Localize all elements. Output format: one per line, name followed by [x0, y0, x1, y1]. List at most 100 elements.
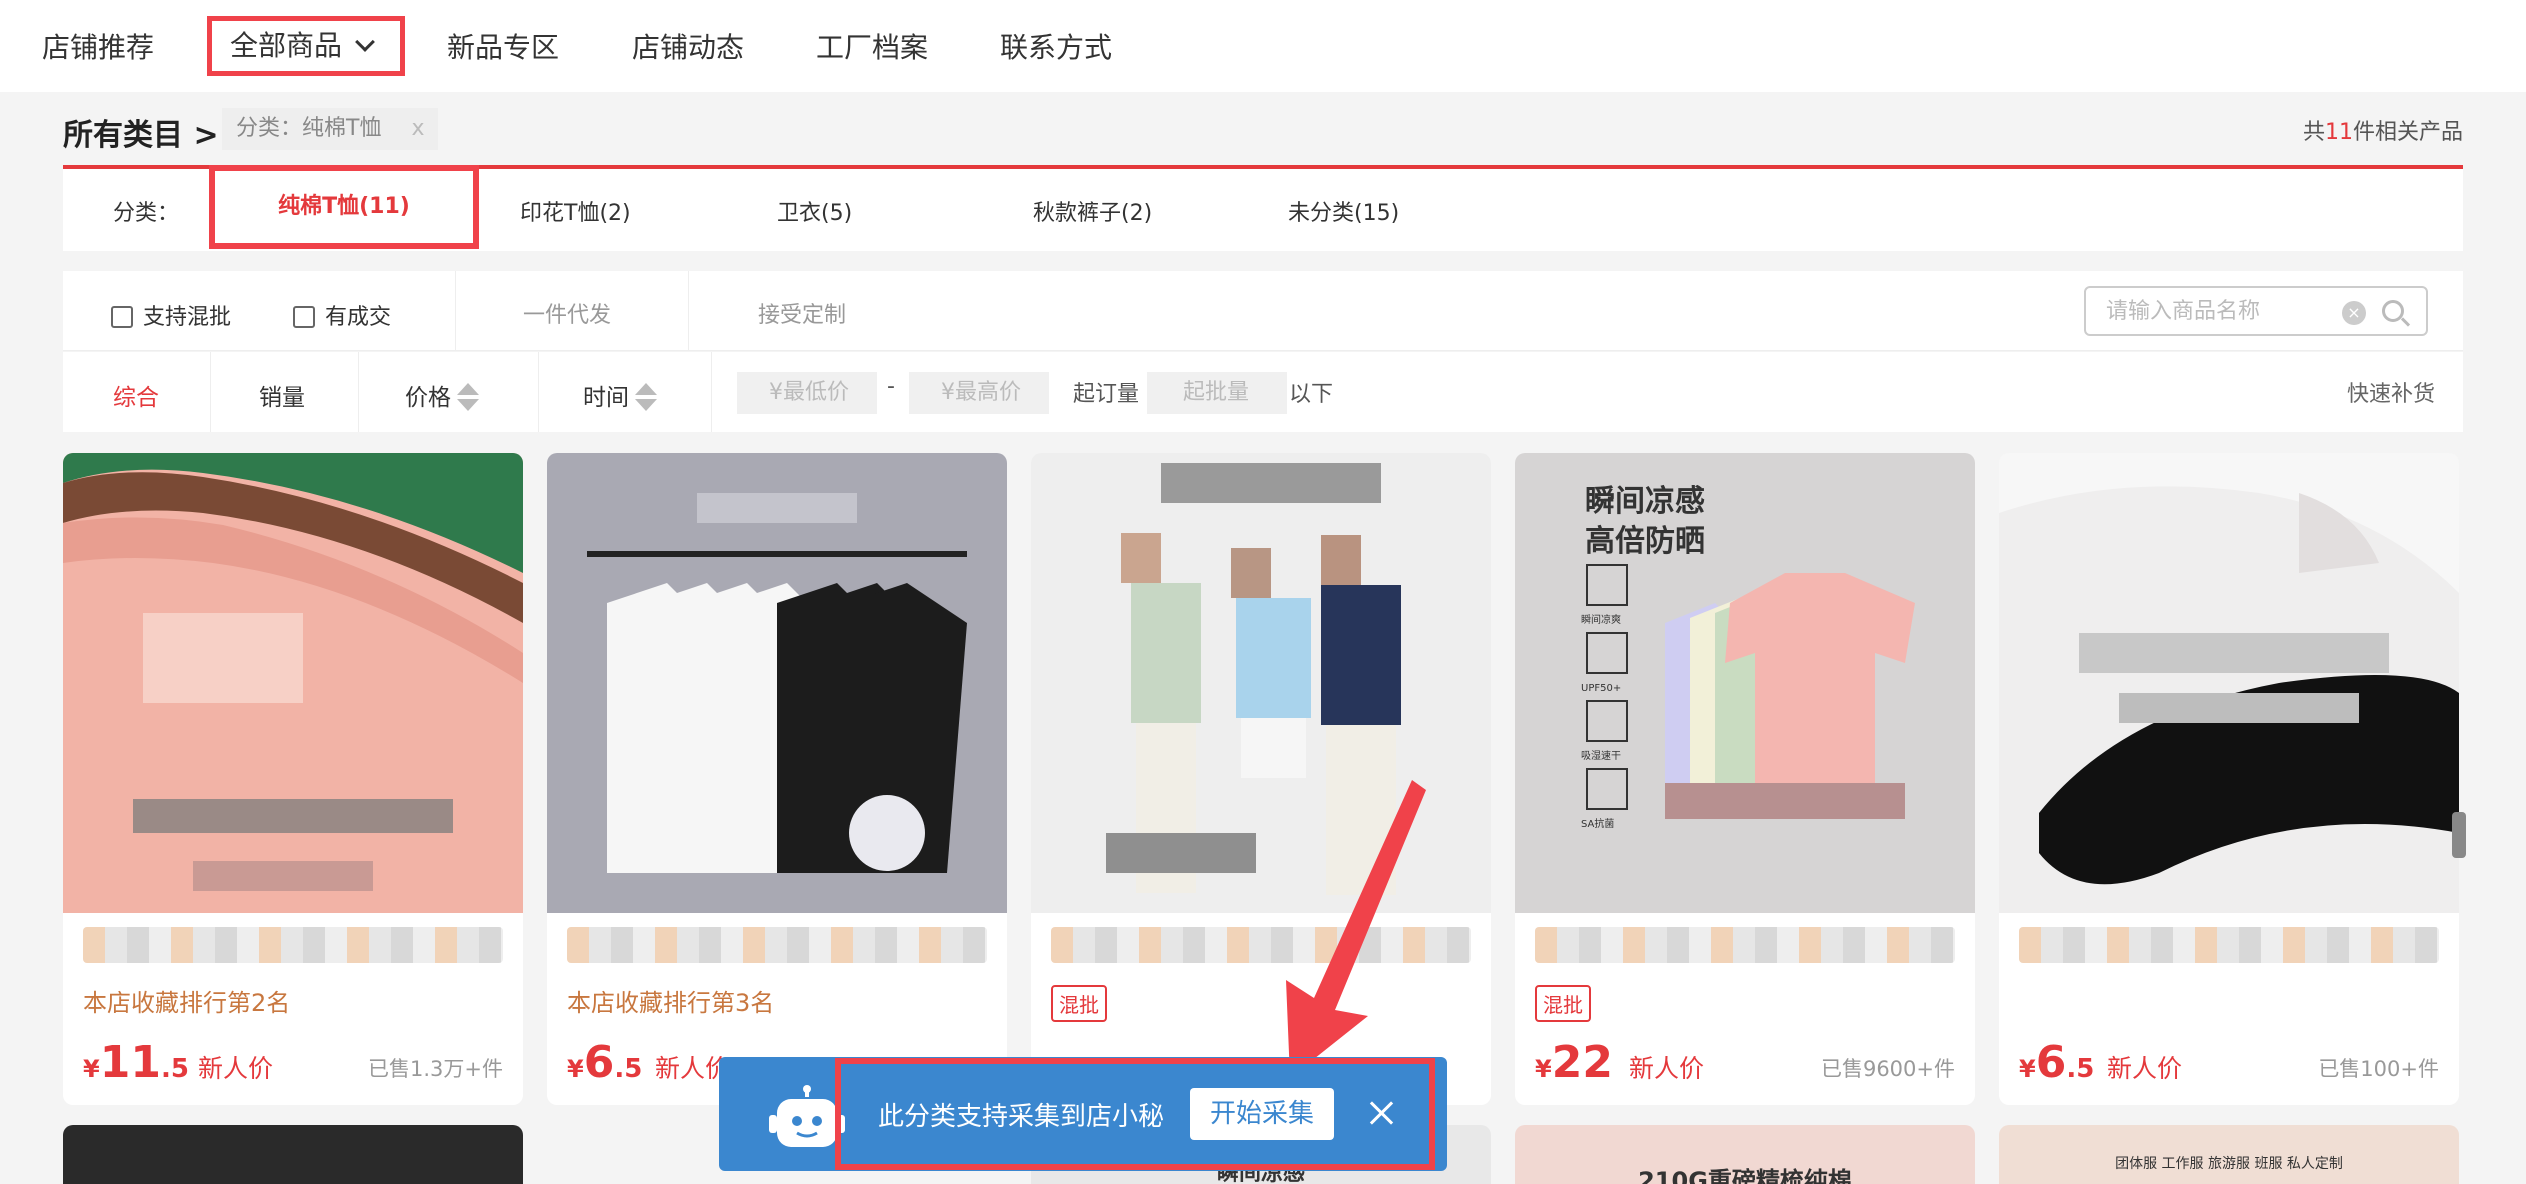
start-collect-button[interactable]: 开始采集 [1190, 1088, 1334, 1140]
price-integer: 22 [1551, 1037, 1613, 1088]
has-deal-label: 有成交 [325, 305, 392, 330]
price-decimal: .5 [2066, 1054, 2095, 1084]
divider [688, 271, 689, 351]
mixed-batch-label: 支持混批 [143, 305, 232, 330]
sold-count: 已售100+件 [2318, 1057, 2439, 1081]
divider [455, 271, 456, 351]
chevron-down-icon [355, 32, 375, 52]
nav-store-recommend[interactable]: 店铺推荐 [42, 24, 154, 72]
image-feature-4: SA抗菌 [1581, 817, 1614, 830]
divider [358, 352, 359, 432]
checkbox-icon [111, 306, 133, 328]
filter-tag-label: 分类：纯棉T恤 [236, 116, 382, 141]
product-image: 瞬间凉感 高倍防晒 瞬间凉爽 UPF50+ 吸湿速干 SA抗菌 [1515, 453, 1975, 913]
image-feature-2: UPF50+ [1581, 683, 1621, 694]
sold-count: 已售1.3万+件 [368, 1057, 503, 1081]
sort-time[interactable]: 时间 [583, 378, 657, 412]
breadcrumb-all-categories[interactable]: 所有类目 > [63, 110, 219, 154]
store-nav: 店铺推荐 全部商品 新品专区 店铺动态 工厂档案 联系方式 [0, 0, 2526, 92]
card-image-text: 210G重磅精梳纯棉 [1638, 1167, 1852, 1184]
sold-count: 已售9600+件 [1820, 1057, 1955, 1081]
nav-store-news[interactable]: 店铺动态 [632, 24, 744, 72]
result-count-prefix: 共 [2302, 120, 2325, 145]
product-rank: 本店收藏排行第3名 [567, 989, 775, 1017]
product-card[interactable]: 本店收藏排行第2名 ¥11.5 新人价 已售1.3万+件 [63, 453, 523, 1105]
nav-all-products[interactable]: 全部商品 [207, 16, 405, 76]
sort-comprehensive[interactable]: 综合 [113, 378, 159, 412]
carousel-handle[interactable] [2452, 812, 2466, 858]
close-icon[interactable] [1366, 1098, 1396, 1128]
clear-icon[interactable]: × [2342, 301, 2366, 325]
price-currency: ¥ [2019, 1055, 2036, 1083]
sort-arrows-icon [457, 383, 479, 411]
sort-sales[interactable]: 销量 [259, 378, 305, 412]
category-label: 分类： [113, 201, 180, 226]
mixed-batch-checkbox[interactable]: 支持混批 [111, 299, 231, 331]
category-uncategorized[interactable]: 未分类(15) [1288, 195, 1399, 227]
product-price: ¥6.5 [2019, 1037, 2094, 1088]
sort-time-label: 时间 [583, 385, 629, 411]
image-feature-1: 瞬间凉爽 [1581, 613, 1621, 626]
max-price-input[interactable]: ¥最高价 [909, 372, 1049, 414]
new-user-price-label: 新人价 [198, 1054, 274, 1083]
breadcrumb-filter-tag: 分类：纯棉T恤 x [222, 108, 439, 150]
product-price: ¥11.5 [83, 1037, 189, 1088]
search-icon[interactable] [2382, 300, 2404, 322]
category-autumn-pants[interactable]: 秋款裤子(2) [1033, 195, 1152, 227]
price-currency: ¥ [567, 1055, 584, 1083]
product-image [63, 453, 523, 913]
category-print-tshirt[interactable]: 印花T恤(2) [520, 195, 631, 227]
moq-below-label: 以下 [1289, 382, 1334, 407]
quick-restock-link[interactable]: 快速补货 [2347, 376, 2435, 408]
search-input[interactable] [2106, 296, 2346, 326]
checkbox-icon [293, 306, 315, 328]
has-deal-checkbox[interactable]: 有成交 [293, 299, 391, 331]
moq-label: 起订量 [1073, 382, 1140, 407]
category-filter-row: 分类： 纯棉T恤(11) 印花T恤(2) 卫衣(5) 秋款裤子(2) 未分类(1… [63, 165, 2463, 251]
product-rank: 本店收藏排行第2名 [83, 989, 291, 1017]
price-decimal: .5 [160, 1054, 189, 1084]
product-card[interactable]: ¥6.5 新人价 已售100+件 [1999, 453, 2459, 1105]
custom-filter[interactable]: 接受定制 [758, 297, 846, 329]
product-card[interactable]: 瞬间凉感 高倍防晒 瞬间凉爽 UPF50+ 吸湿速干 SA抗菌 混批 ¥22 新… [1515, 453, 1975, 1105]
product-price: ¥22 [1535, 1037, 1613, 1088]
product-title [2019, 927, 2439, 963]
product-card[interactable]: 210G重磅精梳纯棉 [1515, 1125, 1975, 1184]
product-card[interactable]: 本店收藏排行第3名 ¥6.5 新人价 [547, 453, 1007, 1105]
sort-row: 综合 销量 价格 时间 ¥最低价 - ¥最高价 起订量 起批量 以下 快速补货 [63, 352, 2463, 432]
price-decimal: .5 [614, 1054, 643, 1084]
product-card[interactable]: 混批 [1031, 453, 1491, 1105]
image-headline-1: 瞬间凉感 [1585, 484, 1705, 519]
product-search: × [2084, 286, 2428, 336]
remove-filter-icon[interactable]: x [411, 116, 424, 141]
nav-new-products[interactable]: 新品专区 [447, 24, 559, 72]
product-card[interactable]: 团体服 工作服 旅游服 班服 私人定制 [1999, 1125, 2459, 1184]
moq-input[interactable]: 起批量 [1147, 372, 1287, 414]
product-image [1999, 453, 2459, 913]
min-price-input[interactable]: ¥最低价 [737, 372, 877, 414]
category-cotton-tshirt[interactable]: 纯棉T恤(11) [209, 165, 479, 249]
product-title [567, 927, 987, 963]
price-integer: 6 [583, 1037, 615, 1088]
product-card[interactable] [63, 1125, 523, 1184]
category-hoodie[interactable]: 卫衣(5) [777, 195, 852, 227]
image-headline-2: 高倍防晒 [1585, 524, 1705, 559]
new-user-price-label: 新人价 [1629, 1054, 1705, 1083]
nav-contact[interactable]: 联系方式 [1000, 24, 1112, 72]
mixed-batch-tag: 混批 [1535, 985, 1591, 1022]
nav-all-products-label: 全部商品 [230, 29, 343, 62]
divider [210, 352, 211, 432]
product-title [1051, 927, 1471, 963]
card-image-text: 团体服 工作服 旅游服 班服 私人定制 [2115, 1156, 2343, 1172]
price-integer: 11 [99, 1037, 161, 1088]
dropship-filter[interactable]: 一件代发 [523, 297, 611, 329]
product-image [547, 453, 1007, 913]
sort-price[interactable]: 价格 [405, 378, 479, 412]
product-title [83, 927, 503, 963]
divider [538, 352, 539, 432]
sort-arrows-icon [635, 383, 657, 411]
divider [711, 352, 712, 432]
result-count-suffix: 件相关产品 [2352, 120, 2463, 145]
nav-factory-profile[interactable]: 工厂档案 [816, 24, 928, 72]
image-feature-3: 吸湿速干 [1581, 750, 1621, 762]
